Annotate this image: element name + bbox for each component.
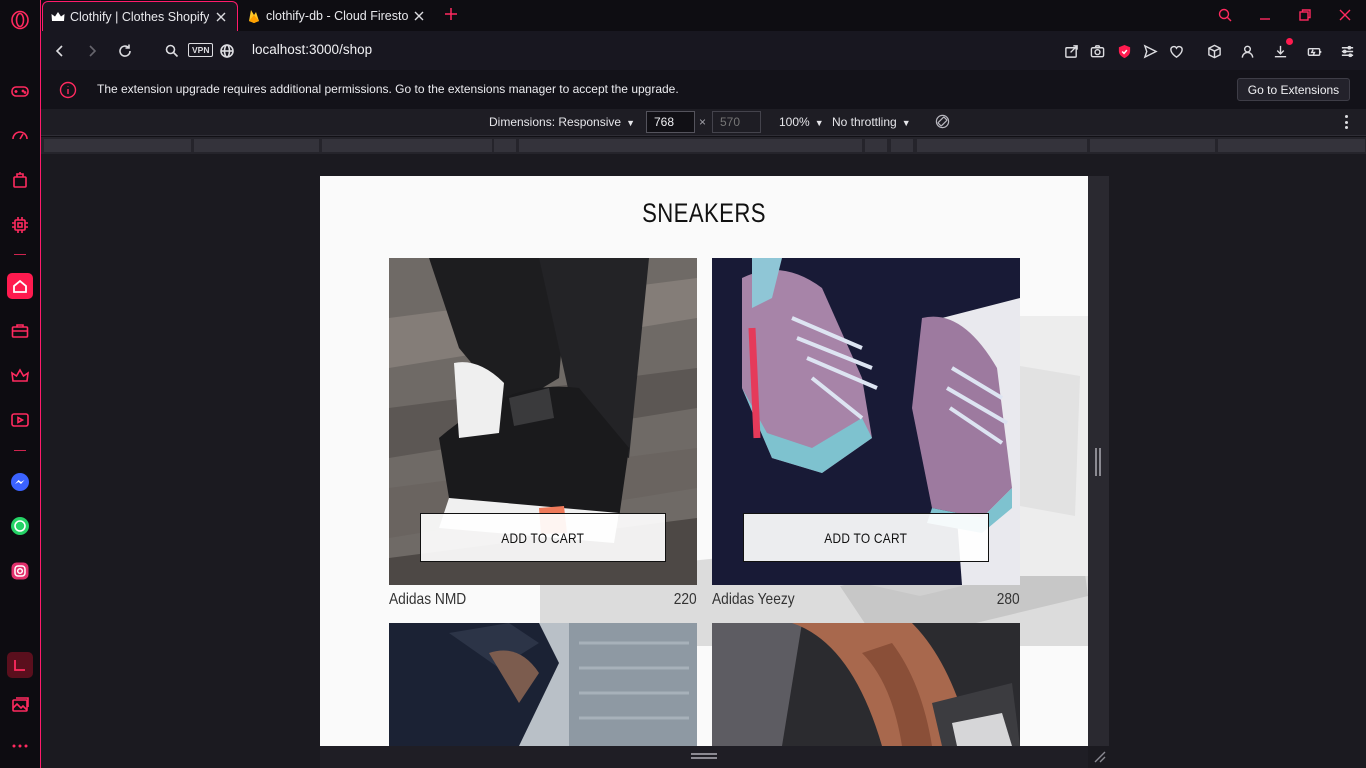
forward-button[interactable] xyxy=(82,41,102,61)
video-player-icon[interactable] xyxy=(9,409,31,431)
share-icon[interactable] xyxy=(1061,41,1081,61)
messenger-icon[interactable] xyxy=(9,471,31,493)
briefcase-icon[interactable] xyxy=(9,320,31,342)
tabs-island-icon[interactable] xyxy=(9,169,31,191)
profile-icon[interactable] xyxy=(1237,41,1257,61)
opera-logo-icon[interactable] xyxy=(9,9,31,31)
battery-saver-icon[interactable] xyxy=(1304,41,1324,61)
media-query-segment[interactable] xyxy=(494,139,516,152)
close-tab-icon[interactable] xyxy=(213,9,229,25)
heart-icon[interactable] xyxy=(1166,41,1186,61)
product-image[interactable] xyxy=(389,623,697,746)
shop-page: SNEAKERS ADD TO CART Adidas NMD 220 ADD … xyxy=(320,176,1088,746)
rotate-icon[interactable] xyxy=(935,114,951,130)
globe-icon[interactable] xyxy=(217,41,237,61)
back-button[interactable] xyxy=(50,41,70,61)
easy-setup-icon[interactable] xyxy=(1337,41,1357,61)
camera-icon[interactable] xyxy=(1087,41,1107,61)
product-price: 280 xyxy=(997,591,1020,608)
add-to-cart-button[interactable]: ADD TO CART xyxy=(420,513,666,562)
caret-down-icon: ▼ xyxy=(901,118,911,128)
zoom-label: 100% xyxy=(779,115,810,129)
sidebar-separator xyxy=(14,254,26,255)
add-to-cart-label: ADD TO CART xyxy=(501,529,585,546)
media-query-segment[interactable] xyxy=(1218,139,1365,152)
zoom-select[interactable]: 100% ▼ xyxy=(779,115,824,129)
home-icon[interactable] xyxy=(7,273,33,299)
kebab-menu-icon[interactable] xyxy=(1339,114,1353,130)
go-to-extensions-button[interactable]: Go to Extensions xyxy=(1237,78,1350,101)
throttling-label: No throttling xyxy=(832,115,897,129)
reload-button[interactable] xyxy=(115,41,135,61)
media-query-segment[interactable] xyxy=(865,139,887,152)
media-query-segment[interactable] xyxy=(44,139,191,152)
url-text[interactable]: localhost:3000/shop xyxy=(252,42,372,57)
throttling-select[interactable]: No throttling ▼ xyxy=(832,115,911,129)
media-query-segment[interactable] xyxy=(891,139,913,152)
media-query-segment[interactable] xyxy=(194,139,319,152)
gallery-icon[interactable] xyxy=(9,694,31,716)
restore-icon[interactable] xyxy=(1296,6,1314,24)
add-to-cart-label: ADD TO CART xyxy=(824,529,908,546)
media-query-bar xyxy=(41,137,1366,154)
instagram-icon[interactable] xyxy=(9,560,31,582)
extensions-cube-icon[interactable] xyxy=(1204,41,1224,61)
viewport-height-input[interactable] xyxy=(712,111,761,133)
opera-sidebar xyxy=(0,0,41,768)
new-tab-plus-icon[interactable] xyxy=(442,5,460,23)
tab-label: Clothify | Clothes Shopify xyxy=(70,9,210,24)
infobar-message: The extension upgrade requires additiona… xyxy=(97,82,679,96)
dimensions-label: Dimensions: Responsive xyxy=(489,115,622,129)
media-query-segment[interactable] xyxy=(519,139,862,152)
product-name: Adidas NMD xyxy=(389,591,467,608)
adblock-shield-icon[interactable] xyxy=(1114,41,1134,61)
media-query-segment[interactable] xyxy=(322,139,492,152)
media-query-segment[interactable] xyxy=(917,139,1087,152)
cpu-limiter-icon[interactable] xyxy=(9,214,31,236)
close-window-icon[interactable] xyxy=(1336,6,1354,24)
crown-icon[interactable] xyxy=(9,365,31,387)
minimize-icon[interactable] xyxy=(1256,6,1274,24)
search-tabs-icon[interactable] xyxy=(1216,6,1234,24)
info-icon xyxy=(59,81,77,99)
tab-clothify[interactable]: Clothify | Clothes Shopify xyxy=(42,1,238,31)
speed-dial-icon[interactable] xyxy=(9,124,31,146)
download-notification-dot xyxy=(1286,38,1293,45)
address-bar: VPN localhost:3000/shop xyxy=(41,31,1366,70)
resize-height-handle[interactable] xyxy=(691,753,717,759)
add-to-cart-button[interactable]: ADD TO CART xyxy=(743,513,989,562)
extension-infobar: The extension upgrade requires additiona… xyxy=(41,70,1366,109)
tab-label: clothify-db - Cloud Firestore xyxy=(266,8,408,23)
close-tab-icon[interactable] xyxy=(411,8,427,24)
tab-strip: Clothify | Clothes Shopify clothify-db -… xyxy=(41,0,1366,31)
send-icon[interactable] xyxy=(1140,41,1160,61)
viewport-width-input[interactable] xyxy=(646,111,695,133)
more-options-icon[interactable] xyxy=(9,735,31,757)
product-footer: Adidas Yeezy 280 xyxy=(712,591,1020,615)
product-image[interactable] xyxy=(712,623,1020,746)
caret-down-icon: ▼ xyxy=(814,118,824,128)
resize-corner-handle[interactable] xyxy=(1092,749,1106,763)
firebase-icon xyxy=(247,9,261,23)
sidebar-separator xyxy=(14,450,26,451)
product-footer: Adidas NMD 220 xyxy=(389,591,697,615)
device-toolbar: Dimensions: Responsive ▼ × 100% ▼ No throt… xyxy=(41,109,1366,136)
tab-firestore[interactable]: clothify-db - Cloud Firestore xyxy=(239,0,435,31)
whatsapp-icon[interactable] xyxy=(9,515,31,537)
product-price: 220 xyxy=(674,591,697,608)
gamepad-icon[interactable] xyxy=(9,80,31,102)
vpn-badge[interactable]: VPN xyxy=(188,43,214,57)
crown-icon xyxy=(51,10,65,24)
product-name: Adidas Yeezy xyxy=(712,591,795,608)
dimension-separator: × xyxy=(699,115,707,129)
search-icon[interactable] xyxy=(162,41,182,61)
media-query-segment[interactable] xyxy=(1090,139,1215,152)
caret-down-icon: ▼ xyxy=(626,118,635,128)
dimensions-select[interactable]: Dimensions: Responsive ▼ xyxy=(489,115,635,129)
resize-width-handle[interactable] xyxy=(1095,448,1101,476)
section-title: SNEAKERS xyxy=(642,198,766,228)
stats-icon[interactable] xyxy=(7,652,33,678)
